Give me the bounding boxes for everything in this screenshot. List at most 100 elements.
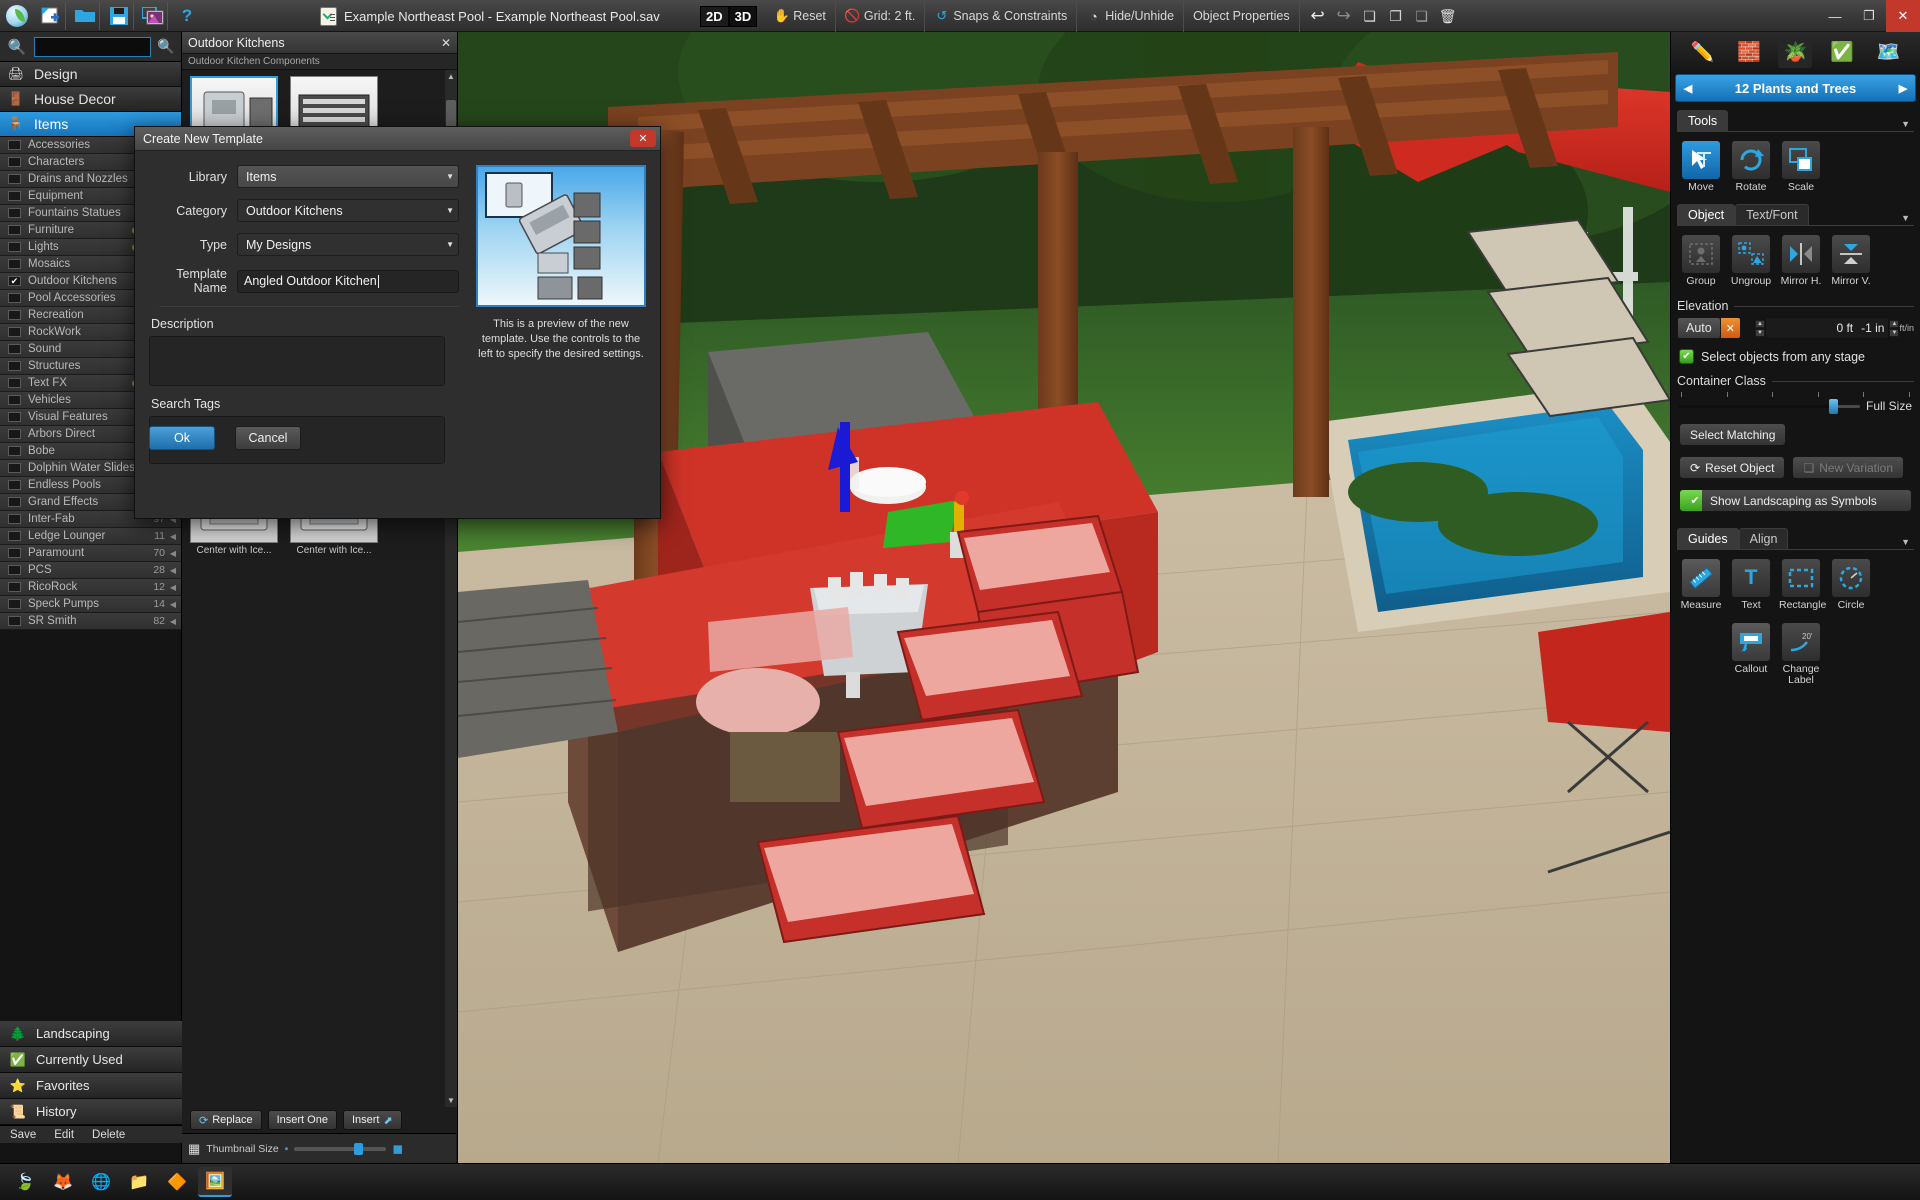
mirror-h-tool[interactable]: Mirror H.: [1779, 234, 1823, 288]
tab-text-font[interactable]: Text/Font: [1735, 204, 1808, 225]
category-checkbox[interactable]: [8, 361, 21, 371]
scale-tool[interactable]: Scale: [1779, 140, 1823, 194]
category-checkbox[interactable]: [8, 548, 21, 558]
change-label-tool[interactable]: 20' Change Label: [1779, 622, 1823, 687]
replace-button[interactable]: ⟳ Replace: [190, 1110, 262, 1130]
category-row[interactable]: PCS28◀: [0, 562, 181, 579]
tab-guides[interactable]: Guides: [1677, 528, 1739, 549]
close-icon[interactable]: ✕: [630, 130, 656, 147]
mirror-v-tool[interactable]: Mirror V.: [1829, 234, 1873, 288]
search-magnifier-icon[interactable]: 🔍: [3, 34, 31, 60]
image-icon[interactable]: [138, 2, 168, 30]
category-checkbox[interactable]: [8, 242, 21, 252]
category-checkbox[interactable]: [8, 174, 21, 184]
maximize-button[interactable]: ❐: [1852, 0, 1886, 32]
library-select[interactable]: Items ▼: [237, 165, 459, 188]
rectangle-tool[interactable]: Rectangle: [1779, 558, 1823, 612]
category-checkbox[interactable]: [8, 191, 21, 201]
category-checkbox[interactable]: [8, 429, 21, 439]
category-checkbox[interactable]: [8, 140, 21, 150]
insert-one-button[interactable]: Insert One: [268, 1110, 337, 1130]
new-design-icon[interactable]: [36, 2, 66, 30]
category-checkbox[interactable]: [8, 293, 21, 303]
text-tool[interactable]: T Text: [1729, 558, 1773, 612]
chevron-right-icon[interactable]: ◀: [170, 583, 176, 592]
tab-tools[interactable]: Tools: [1677, 110, 1728, 131]
folder-icon[interactable]: 📁: [122, 1167, 156, 1197]
insert-button[interactable]: Insert ⬈: [343, 1110, 402, 1130]
chrome-icon[interactable]: 🌐: [84, 1167, 118, 1197]
delete-icon[interactable]: 🗑: [1436, 4, 1460, 28]
type-select[interactable]: My Designs ▼: [237, 233, 459, 256]
category-checkbox[interactable]: [8, 480, 21, 490]
category-row[interactable]: Speck Pumps14◀: [0, 596, 181, 613]
search-input[interactable]: [34, 37, 151, 57]
show-landscaping-toggle[interactable]: ✔ Show Landscaping as Symbols: [1679, 489, 1912, 512]
category-checkbox[interactable]: [8, 259, 21, 269]
reset-object-button[interactable]: ⟳ Reset Object: [1679, 456, 1785, 479]
tab-align[interactable]: Align: [1739, 528, 1789, 549]
scroll-down-icon[interactable]: ▼: [447, 1096, 455, 1105]
elevation-auto-button[interactable]: Auto: [1677, 317, 1721, 339]
sidebar-item-favorites[interactable]: ⭐Favorites: [0, 1073, 182, 1099]
sidebar-nav-design[interactable]: 🖨Design: [0, 62, 181, 87]
firefox-icon[interactable]: 🦊: [46, 1167, 80, 1197]
category-checkbox[interactable]: [8, 310, 21, 320]
pencil-icon[interactable]: ✏️: [1685, 36, 1719, 68]
next-icon[interactable]: ▶: [1895, 82, 1911, 95]
sidebar-delete-button[interactable]: Delete: [92, 1129, 125, 1141]
category-checkbox[interactable]: [8, 378, 21, 388]
description-textarea[interactable]: [149, 336, 445, 386]
ok-button[interactable]: Ok: [149, 426, 215, 450]
chevron-right-icon[interactable]: ◀: [170, 617, 176, 626]
category-checkbox[interactable]: [8, 344, 21, 354]
minimize-button[interactable]: —: [1818, 0, 1852, 32]
app-logo-icon[interactable]: [0, 2, 34, 30]
chevron-right-icon[interactable]: ◀: [170, 600, 176, 609]
reset-view-button[interactable]: ✋ Reset: [765, 0, 836, 32]
grid-view-icon[interactable]: ▦: [188, 1141, 200, 1157]
category-checkbox[interactable]: [8, 412, 21, 422]
open-folder-icon[interactable]: [70, 2, 100, 30]
ungroup-tool[interactable]: Ungroup: [1729, 234, 1773, 288]
view-mode-toggle[interactable]: 2D 3D: [700, 6, 757, 27]
chevron-right-icon[interactable]: ◀: [170, 532, 176, 541]
category-row[interactable]: Paramount70◀: [0, 545, 181, 562]
snaps-constraints-button[interactable]: ↺ Snaps & Constraints: [925, 0, 1077, 32]
paste-icon[interactable]: ❏: [1410, 4, 1434, 28]
thumbnail-size-slider[interactable]: [294, 1147, 386, 1151]
category-checkbox[interactable]: [8, 616, 21, 626]
chevron-right-icon[interactable]: ◀: [170, 566, 176, 575]
category-checkbox[interactable]: [8, 531, 21, 541]
chevron-right-icon[interactable]: ◀: [170, 549, 176, 558]
category-row[interactable]: RicoRock12◀: [0, 579, 181, 596]
sidebar-item-history[interactable]: 📜History: [0, 1099, 182, 1125]
group-tool[interactable]: Group: [1679, 234, 1723, 288]
rotate-tool[interactable]: Rotate: [1729, 140, 1773, 194]
category-checkbox[interactable]: [8, 157, 21, 167]
search-go-icon[interactable]: 🔍: [154, 35, 178, 59]
category-checkbox[interactable]: [8, 497, 21, 507]
move-tool[interactable]: Move: [1679, 140, 1723, 194]
grid-button[interactable]: 🚫 Grid: 2 ft.: [836, 0, 925, 32]
category-checkbox[interactable]: [8, 446, 21, 456]
paste-special-icon[interactable]: ❐: [1384, 4, 1408, 28]
category-row[interactable]: Ledge Lounger11◀: [0, 528, 181, 545]
sidebar-item-landscaping[interactable]: 🌲Landscaping: [0, 1021, 182, 1047]
check-badge-icon[interactable]: ✅: [1825, 36, 1859, 68]
hide-unhide-button[interactable]: ◔ Hide/Unhide: [1077, 0, 1184, 32]
category-row[interactable]: SR Smith82◀: [0, 613, 181, 630]
save-icon[interactable]: [104, 2, 134, 30]
elevation-inches-stepper[interactable]: ▲▼: [1889, 320, 1899, 337]
chevron-down-icon[interactable]: ▼: [1901, 119, 1914, 131]
help-icon[interactable]: ?: [172, 2, 202, 30]
sidebar-item-currently-used[interactable]: ✅Currently Used: [0, 1047, 182, 1073]
elevation-clear-icon[interactable]: ✕: [1721, 317, 1741, 339]
callout-tool[interactable]: Callout: [1729, 622, 1773, 687]
view-2d-button[interactable]: 2D: [700, 6, 729, 27]
tab-object[interactable]: Object: [1677, 204, 1735, 225]
undo-icon[interactable]: ↩: [1306, 4, 1330, 28]
chevron-down-icon[interactable]: ▼: [1901, 537, 1914, 549]
category-checkbox[interactable]: [8, 225, 21, 235]
container-class-slider[interactable]: Full Size: [1679, 399, 1912, 413]
